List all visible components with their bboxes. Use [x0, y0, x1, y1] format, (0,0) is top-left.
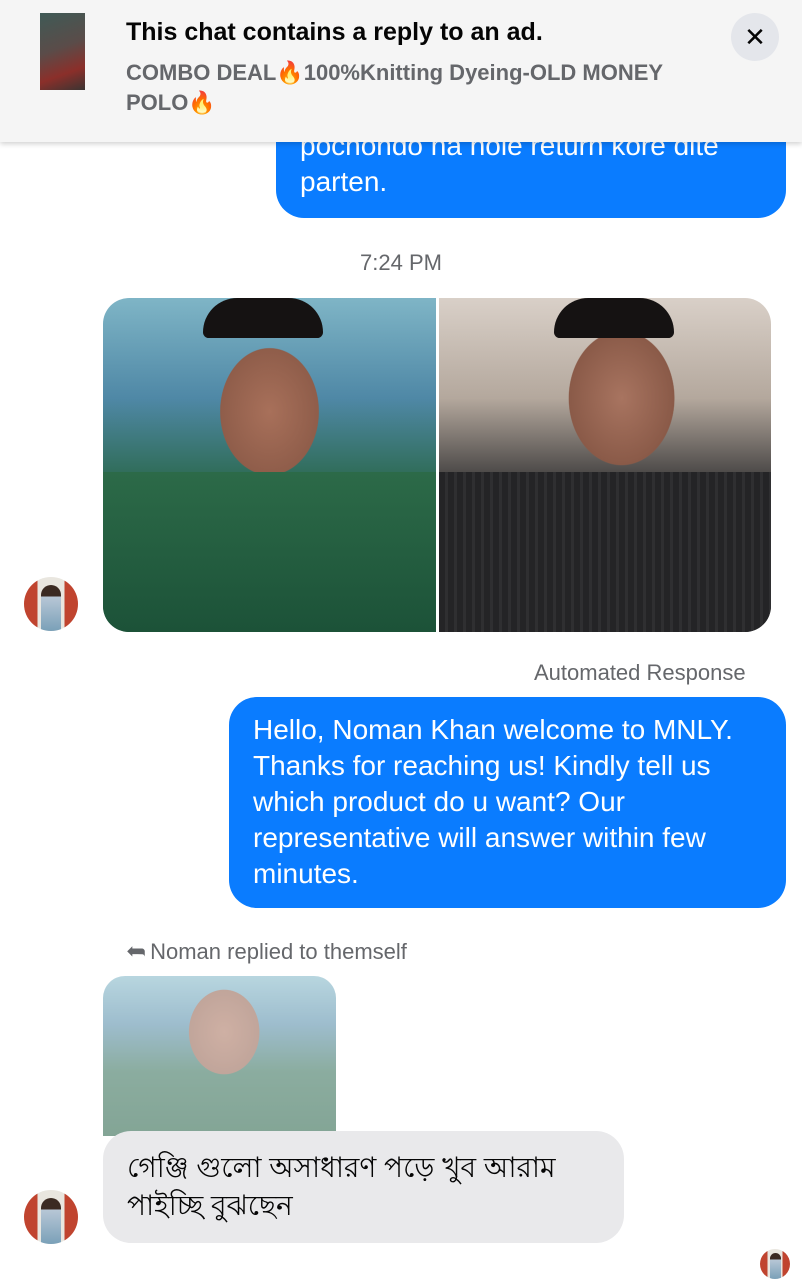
photo-attachment-group[interactable] — [103, 298, 771, 632]
avatar[interactable] — [24, 577, 78, 631]
close-icon: ✕ — [744, 21, 766, 52]
message-text-line2: parten. — [300, 166, 388, 197]
avatar[interactable] — [24, 1190, 78, 1244]
quoted-photo[interactable] — [103, 976, 336, 1136]
reply-arrow-icon: ➦ — [126, 938, 147, 965]
outgoing-message-welcome[interactable]: Hello, Noman Khan welcome to MNLY. Thank… — [229, 697, 786, 908]
photo-green-polo[interactable] — [103, 298, 436, 632]
incoming-message[interactable]: গেঞ্জি গুলো অসাধারণ পড়ে খুব আরাম পাইচ্ছ… — [103, 1131, 624, 1243]
ad-banner-title: This chat contains a reply to an ad. — [126, 18, 543, 46]
automated-response-label: Automated Response — [534, 660, 746, 685]
read-receipt-avatar — [760, 1249, 790, 1279]
ad-banner[interactable]: This chat contains a reply to an ad. COM… — [0, 0, 802, 142]
ad-banner-subtitle: COMBO DEAL🔥100%Knitting Dyeing-OLD MONEY… — [126, 60, 663, 115]
close-button[interactable]: ✕ — [731, 13, 779, 61]
photo-black-polo[interactable] — [438, 298, 771, 632]
reply-context-text: Noman replied to themself — [150, 938, 407, 964]
message-timestamp: 7:24 PM — [360, 250, 442, 275]
ad-thumbnail[interactable] — [40, 13, 85, 90]
reply-context: ➦ Noman replied to themself — [126, 937, 407, 966]
